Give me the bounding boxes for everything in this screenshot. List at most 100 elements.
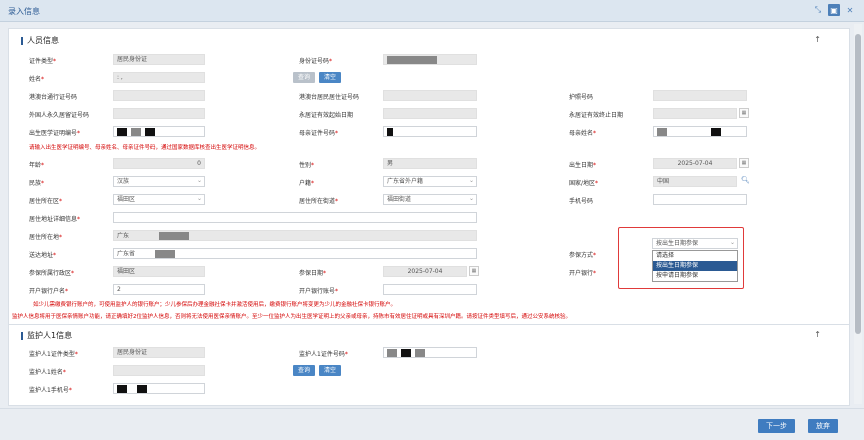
country-field[interactable]: 中国 bbox=[653, 176, 737, 187]
guardian-info-panel: 监护人1信息 ↑ 监护人1证件类型* 居民身份证 监护人1证件号码* 监护人1姓… bbox=[8, 324, 850, 406]
form-scroll-area[interactable]: 人员信息 ↑ 证件类型* 居民身份证 身份证号码* 姓名* : , 查询 清空 … bbox=[0, 22, 864, 406]
account-name-field[interactable]: 2 bbox=[113, 284, 205, 295]
location-label: 居住所在地* bbox=[29, 234, 63, 241]
next-button[interactable]: 下一步 bbox=[758, 419, 795, 433]
calendar-icon[interactable]: ▦ bbox=[469, 266, 479, 276]
hk-pass-field[interactable] bbox=[113, 90, 205, 101]
section-header-person: 人员信息 bbox=[21, 35, 59, 46]
abandon-button[interactable]: 放弃 bbox=[808, 419, 838, 433]
chevron-down-icon: ⌄ bbox=[729, 239, 735, 246]
restore-icon[interactable]: ⤡ bbox=[812, 4, 824, 16]
guardian-note: 监护人信息将用于医保亲情账户功能，请正确填好2位监护人信息，否则将无法使用医保亲… bbox=[12, 314, 572, 320]
birth-cert-warning: 请输入出生医学证明编号、母亲姓名、母亲证件号码，通过国家数据库核查出生医学证明信… bbox=[29, 145, 261, 151]
birth-cert-label: 出生医学证明编号* bbox=[29, 130, 81, 137]
g1-clear-button[interactable]: 清空 bbox=[319, 365, 341, 376]
name-field[interactable]: : , bbox=[113, 72, 205, 83]
hukou-select[interactable]: 广东省外户籍 ⌄ bbox=[383, 176, 477, 187]
insure-mode-options: 请选择 按出生日期参保 按申请日期参保 bbox=[652, 250, 738, 282]
address-detail-field[interactable] bbox=[113, 212, 477, 223]
country-label: 国家/地区* bbox=[569, 180, 599, 187]
g1-id-type-field[interactable]: 居民身份证 bbox=[113, 347, 205, 358]
insure-option[interactable]: 按出生日期参保 bbox=[653, 261, 737, 271]
ethnic-select[interactable]: 汉族 ⌄ bbox=[113, 176, 205, 187]
mother-id-field[interactable] bbox=[383, 126, 477, 137]
collapse-icon[interactable]: ↑ bbox=[814, 330, 821, 339]
window-titlebar: 录入信息 ⤡ ▣ ✕ bbox=[0, 0, 864, 22]
gender-label: 性别* bbox=[299, 162, 315, 169]
vertical-scrollbar[interactable] bbox=[854, 24, 862, 404]
passport-label: 护照号码 bbox=[569, 94, 594, 101]
mobile-label: 手机号码 bbox=[569, 198, 594, 205]
location-field[interactable]: 广东 bbox=[113, 230, 477, 241]
mother-id-label: 母亲证件号码* bbox=[299, 130, 339, 137]
g1-name-field[interactable] bbox=[113, 365, 205, 376]
id-type-field[interactable]: 居民身份证 bbox=[113, 54, 205, 65]
passport-field[interactable] bbox=[653, 90, 747, 101]
account-no-field[interactable] bbox=[383, 284, 477, 295]
pr-end-field[interactable] bbox=[653, 108, 737, 119]
insure-mode-label: 参保方式* bbox=[569, 252, 597, 259]
query-button[interactable]: 查询 bbox=[293, 72, 315, 83]
maximize-icon[interactable]: ▣ bbox=[828, 4, 840, 16]
chevron-down-icon: ⌄ bbox=[468, 177, 474, 184]
insure-district-field[interactable]: 福田区 bbox=[113, 266, 205, 277]
g1-query-button[interactable]: 查询 bbox=[293, 365, 315, 376]
chevron-down-icon: ⌄ bbox=[196, 177, 202, 184]
close-icon[interactable]: ✕ bbox=[844, 4, 856, 16]
pr-start-field[interactable] bbox=[383, 108, 477, 119]
search-icon[interactable]: 🔍︎ bbox=[741, 176, 750, 184]
collapse-icon[interactable]: ↑ bbox=[814, 35, 821, 44]
foreign-pr-field[interactable] bbox=[113, 108, 205, 119]
mother-name-field[interactable] bbox=[653, 126, 747, 137]
hk-res-label: 港澳台居民居住证号码 bbox=[299, 94, 360, 101]
insure-date-field[interactable]: 2025-07-04 bbox=[383, 266, 467, 277]
clear-button[interactable]: 清空 bbox=[319, 72, 341, 83]
insure-district-label: 参保所属行政区* bbox=[29, 270, 75, 277]
calendar-icon[interactable]: ▦ bbox=[739, 158, 749, 168]
age-label: 年龄* bbox=[29, 162, 45, 169]
district-label: 居住所在区* bbox=[29, 198, 63, 205]
street-label: 居住所在街道* bbox=[299, 198, 339, 205]
mobile-field[interactable] bbox=[653, 194, 747, 205]
g1-id-type-label: 监护人1证件类型* bbox=[29, 351, 78, 358]
street-select[interactable]: 福田街道 ⌄ bbox=[383, 194, 477, 205]
g1-name-label: 监护人1姓名* bbox=[29, 369, 66, 376]
g1-id-no-label: 监护人1证件号码* bbox=[299, 351, 348, 358]
age-field[interactable]: 0 bbox=[113, 158, 205, 169]
district-select[interactable]: 福田区 ⌄ bbox=[113, 194, 205, 205]
hk-res-field[interactable] bbox=[383, 90, 477, 101]
pr-start-label: 永居证有效起始日期 bbox=[299, 112, 354, 119]
id-no-field[interactable] bbox=[383, 54, 477, 65]
chevron-down-icon: ⌄ bbox=[468, 195, 474, 202]
mother-name-label: 母亲姓名* bbox=[569, 130, 597, 137]
section-title: 监护人1信息 bbox=[27, 331, 73, 340]
footer-bar: 下一步 放弃 bbox=[0, 408, 864, 440]
g1-mobile-field[interactable] bbox=[113, 383, 205, 394]
foreign-pr-label: 外国人永久居留证号码 bbox=[29, 112, 90, 119]
scrollbar-thumb[interactable] bbox=[855, 34, 861, 334]
ethnic-label: 民族* bbox=[29, 180, 45, 187]
account-name-label: 开户银行户名* bbox=[29, 288, 69, 295]
id-no-label: 身份证号码* bbox=[299, 58, 333, 65]
calendar-icon[interactable]: ▦ bbox=[739, 108, 749, 118]
mail-address-field[interactable]: 广东省 bbox=[113, 248, 477, 259]
insure-mode-select[interactable]: 按出生日期参保 ⌄ bbox=[652, 238, 738, 249]
section-header-guardian: 监护人1信息 bbox=[21, 330, 72, 341]
insure-option[interactable]: 按申请日期参保 bbox=[653, 271, 737, 281]
name-label: 姓名* bbox=[29, 76, 45, 83]
birth-cert-field[interactable] bbox=[113, 126, 205, 137]
hk-pass-label: 港澳台通行证号码 bbox=[29, 94, 78, 101]
insure-date-label: 参保日期* bbox=[299, 270, 327, 277]
birth-date-field[interactable]: 2025-07-04 bbox=[653, 158, 737, 169]
insure-option[interactable]: 请选择 bbox=[653, 251, 737, 261]
hukou-label: 户籍* bbox=[299, 180, 315, 187]
section-title: 人员信息 bbox=[27, 36, 59, 45]
account-no-label: 开户银行账号* bbox=[299, 288, 339, 295]
g1-id-no-field[interactable] bbox=[383, 347, 477, 358]
window-title: 录入信息 bbox=[8, 7, 40, 16]
bank-label: 开户银行* bbox=[569, 270, 597, 277]
bank-account-note: 如少儿需缴费银行账户的，可使用监护人的银行账户；少儿参保后办理金融社保卡并激活使… bbox=[33, 302, 397, 308]
birth-date-label: 出生日期* bbox=[569, 162, 597, 169]
gender-field[interactable]: 男 bbox=[383, 158, 477, 169]
g1-mobile-label: 监护人1手机号* bbox=[29, 387, 72, 394]
